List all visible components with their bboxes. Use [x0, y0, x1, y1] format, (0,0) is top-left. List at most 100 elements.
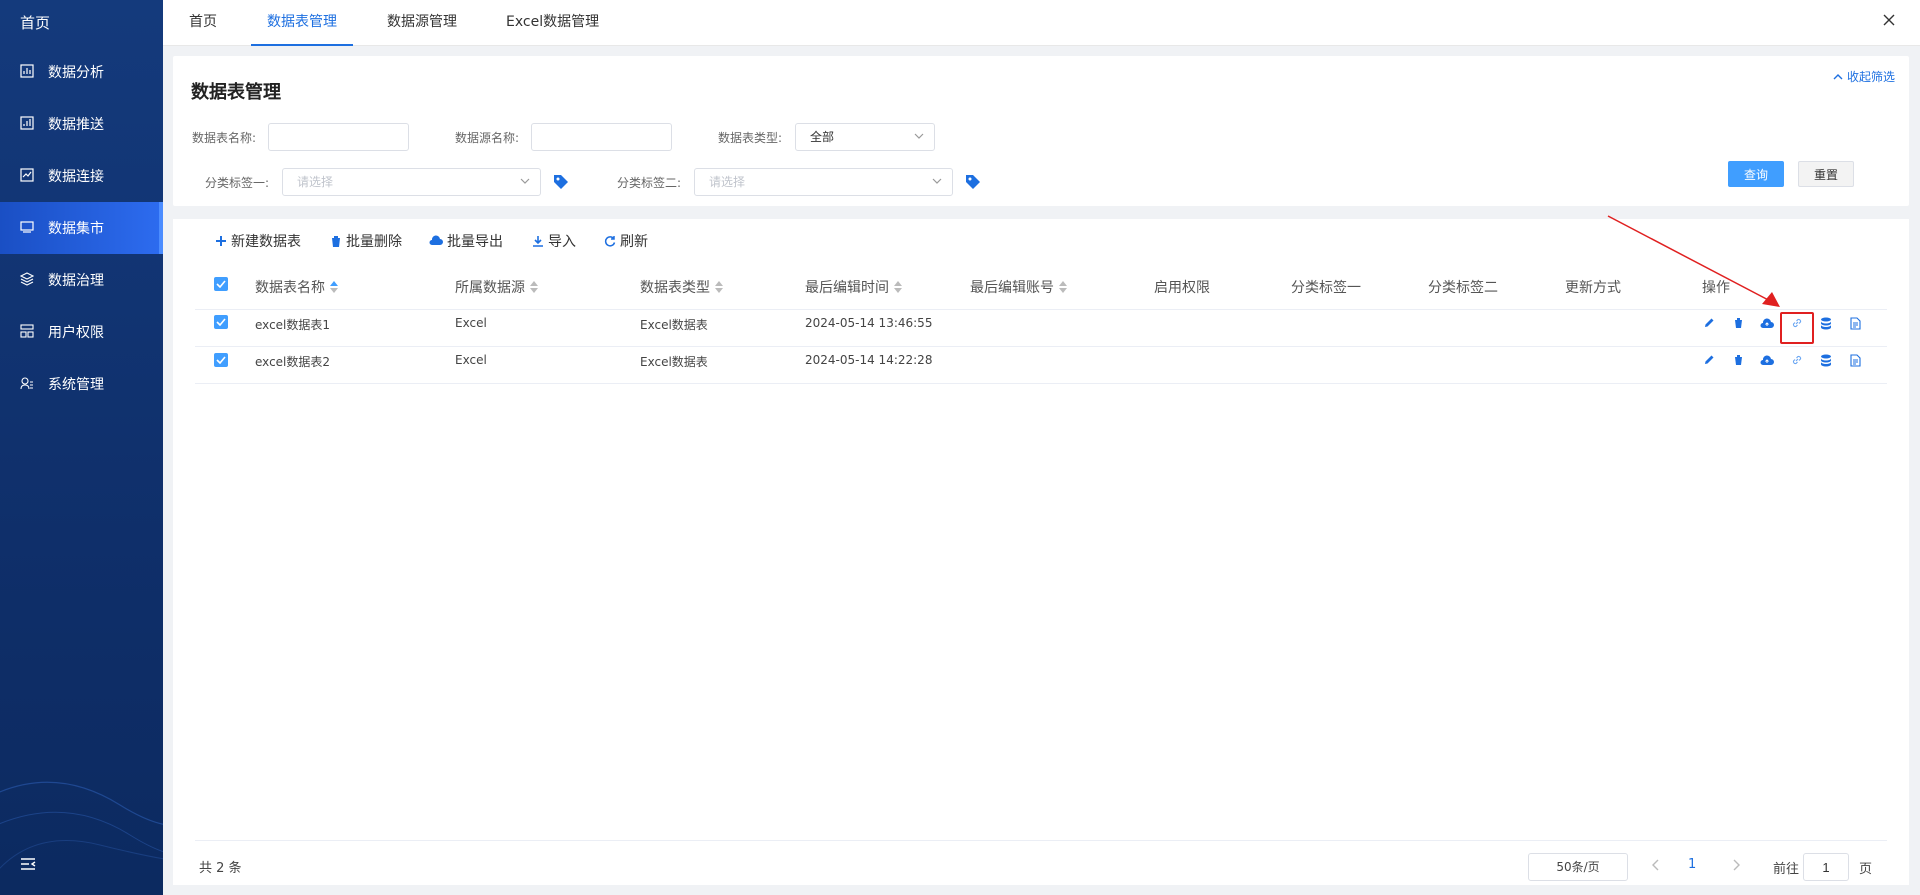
filter-panel: 数据表管理 收起筛选 数据表名称: 数据源名称: 数据表类型: 全部 分类标签一… — [173, 56, 1909, 206]
delete-icon[interactable] — [1731, 316, 1745, 330]
tab-bar: 首页 数据表管理 数据源管理 Excel数据管理 — [163, 0, 1920, 46]
col-header-label: 所属数据源 — [455, 280, 525, 296]
link-icon[interactable] — [1790, 353, 1804, 367]
tag-icon[interactable] — [964, 173, 982, 191]
tab-excel-management[interactable]: Excel数据管理 — [506, 0, 599, 46]
sidebar-item-data-governance[interactable]: 数据治理 — [0, 254, 163, 306]
new-table-button[interactable]: 新建数据表 — [215, 231, 301, 251]
import-label: 导入 — [548, 234, 576, 250]
cell-source: Excel — [455, 353, 487, 367]
batch-delete-button[interactable]: 批量删除 — [330, 231, 402, 251]
cloud-icon — [429, 235, 443, 245]
sidebar-item-data-push[interactable]: 数据推送 — [0, 98, 163, 150]
col-header-source[interactable]: 所属数据源 — [455, 277, 538, 297]
tab-home[interactable]: 首页 — [189, 0, 217, 46]
sort-icon[interactable] — [894, 281, 902, 293]
cell-edit-time: 2024-05-14 14:22:28 — [805, 353, 933, 367]
tag1-label: 分类标签一: — [205, 176, 270, 190]
tag2-placeholder: 请选择 — [709, 175, 746, 189]
data-table-panel: 新建数据表 批量删除 批量导出 导入 刷新 数据表名称 所属数据源 数据表类型 … — [173, 219, 1909, 885]
sidebar-item-data-mart[interactable]: 数据集市 — [0, 202, 163, 254]
edit-icon[interactable] — [1702, 316, 1716, 330]
tag1-select[interactable]: 请选择 — [282, 168, 541, 196]
col-header-name[interactable]: 数据表名称 — [255, 277, 338, 297]
annotation-arrow — [1607, 215, 1780, 307]
goto-prefix: 前往 — [1773, 862, 1800, 877]
delete-icon[interactable] — [1731, 353, 1745, 367]
chart-icon — [20, 64, 36, 80]
cell-edit-time: 2024-05-14 13:46:55 — [805, 316, 933, 330]
chevron-right-icon[interactable] — [1732, 859, 1746, 875]
collapse-filter-label: 收起筛选 — [1846, 70, 1895, 84]
page-number[interactable]: 1 — [1688, 857, 1696, 872]
sidebar-item-label: 数据分析 — [48, 65, 104, 81]
table-type-select[interactable]: 全部 — [795, 123, 935, 151]
settings-icon — [20, 376, 36, 392]
chevron-down-icon — [932, 178, 942, 184]
annotation-highlight-box — [1780, 312, 1814, 344]
batch-export-button[interactable]: 批量导出 — [429, 231, 503, 251]
import-button[interactable]: 导入 — [532, 231, 576, 251]
push-icon — [20, 116, 36, 132]
refresh-button[interactable]: 刷新 — [604, 231, 648, 251]
check-icon — [216, 356, 226, 364]
close-icon[interactable] — [1882, 13, 1902, 33]
connect-icon — [20, 168, 36, 184]
sort-icon[interactable] — [530, 281, 538, 293]
chevron-down-icon — [914, 133, 924, 139]
col-header-edit-account[interactable]: 最后编辑账号 — [970, 277, 1067, 297]
edit-icon[interactable] — [1702, 353, 1716, 367]
tab-table-management[interactable]: 数据表管理 — [251, 0, 353, 46]
tag-icon[interactable] — [552, 173, 570, 191]
refresh-label: 刷新 — [620, 234, 648, 250]
table-type-label: 数据表类型: — [718, 131, 783, 145]
sort-icon[interactable] — [1059, 281, 1067, 293]
document-icon[interactable] — [1848, 316, 1862, 330]
sidebar-item-label: 系统管理 — [48, 377, 104, 393]
sidebar-item-label: 数据治理 — [48, 273, 104, 289]
sort-icon[interactable] — [715, 281, 723, 293]
row-checkbox[interactable] — [214, 315, 228, 329]
cloud-upload-icon[interactable] — [1760, 353, 1774, 367]
col-header-tag2: 分类标签二 — [1428, 280, 1498, 296]
divider — [195, 840, 1887, 841]
chevron-left-icon[interactable] — [1652, 859, 1666, 875]
sidebar-item-data-connect[interactable]: 数据连接 — [0, 150, 163, 202]
select-all-checkbox[interactable] — [214, 277, 228, 291]
goto-page-input[interactable] — [1803, 853, 1849, 881]
tag1-placeholder: 请选择 — [297, 175, 334, 189]
col-header-label: 数据表名称 — [255, 280, 325, 296]
tab-source-management[interactable]: 数据源管理 — [387, 0, 457, 46]
col-header-label: 最后编辑账号 — [970, 280, 1054, 296]
sidebar-item-system-settings[interactable]: 系统管理 — [0, 358, 163, 410]
sidebar-item-label: 数据连接 — [48, 169, 104, 185]
tag2-select[interactable]: 请选择 — [694, 168, 953, 196]
table-name-label: 数据表名称: — [192, 131, 257, 145]
menu-collapse-icon[interactable] — [20, 857, 36, 875]
row-checkbox[interactable] — [214, 353, 228, 367]
col-header-type[interactable]: 数据表类型 — [640, 277, 723, 297]
sidebar-home[interactable]: 首页 — [0, 0, 163, 46]
page-size-select[interactable]: 50条/页 — [1528, 853, 1628, 881]
col-header-edit-time[interactable]: 最后编辑时间 — [805, 277, 902, 297]
table-name-input[interactable] — [268, 123, 409, 151]
cloud-upload-icon[interactable] — [1760, 316, 1774, 330]
database-icon[interactable] — [1819, 316, 1833, 330]
reset-button[interactable]: 重置 — [1798, 161, 1854, 187]
database-icon[interactable] — [1819, 353, 1833, 367]
divider — [195, 346, 1887, 347]
collapse-filter-link[interactable]: 收起筛选 — [1833, 68, 1895, 85]
tag2-label: 分类标签二: — [617, 176, 682, 190]
sidebar-item-user-permission[interactable]: 用户权限 — [0, 306, 163, 358]
new-table-label: 新建数据表 — [231, 234, 301, 250]
chevron-up-icon — [1833, 73, 1843, 79]
batch-delete-label: 批量删除 — [346, 234, 402, 250]
query-button[interactable]: 查询 — [1728, 161, 1784, 187]
document-icon[interactable] — [1848, 353, 1862, 367]
source-name-input[interactable] — [531, 123, 672, 151]
table-type-value: 全部 — [810, 130, 835, 144]
sidebar-item-data-analysis[interactable]: 数据分析 — [0, 46, 163, 98]
divider — [195, 383, 1887, 384]
sort-icon[interactable] — [330, 281, 338, 293]
check-icon — [216, 280, 226, 288]
